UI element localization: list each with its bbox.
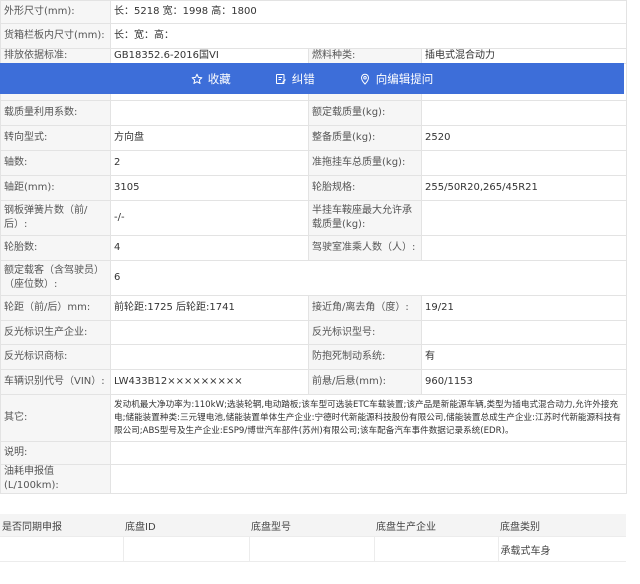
spec-value [109,464,628,494]
spec-value: 255/50R20,265/45R21 [420,175,628,201]
location-pin-icon [360,73,369,85]
chassis-cell [248,536,374,562]
spec-value: 插电式混合动力 [420,48,628,64]
chassis-cell [122,536,249,562]
ask-editor-button[interactable]: 向编辑提问 [359,71,434,87]
spec-label: 车辆识别代号（VIN）: [0,369,111,395]
spec-value: 前轮距:1725 后轮距:1741 [110,295,309,321]
chassis-header: 底盘ID [123,514,249,537]
spec-value [420,100,628,126]
spec-value: 3105 [110,175,309,201]
chassis-header: 底盘型号 [249,514,374,537]
chassis-header: 底盘生产企业 [374,514,498,537]
table-row: 车辆识别代号（VIN）: LW433B12××××××××× 前悬/后悬(mm)… [0,369,628,395]
table-row: 反光标识商标: 防抱死制动系统: 有 [0,344,628,370]
chassis-row: 承载式车身 [0,536,626,562]
table-row: 货箱栏板内尺寸(mm): 长：宽：高： [0,23,628,49]
chassis-cell [373,536,498,562]
table-row: 轴数: 2 准拖挂车总质量(kg): [0,150,628,176]
action-toolbar: 收藏 纠错 向编辑提问 [0,63,624,94]
spec-label: 轮胎规格: [308,175,422,201]
table-row: 油耗申报值(L/100km): [0,464,628,494]
spec-label: 轴距(mm): [0,175,111,201]
spec-label: 转向型式: [0,125,111,151]
spec-label: 驾驶室准乘人数（人）: [308,235,422,261]
spec-label: 准拖挂车总质量(kg): [308,150,422,176]
spec-value-other: 发动机最大净功率为:110kW;选装轮辋,电动踏板;该车型可选装ETC车载装置;… [109,394,628,442]
spec-value: 有 [420,344,628,370]
spec-value: 960/1153 [420,369,628,395]
spec-value [110,320,309,345]
edit-icon [275,73,286,84]
spec-value: 6 [109,260,628,296]
favorite-button[interactable]: 收藏 [191,71,231,87]
spec-value [420,150,628,176]
table-row: 载质量利用系数: 额定载质量(kg): [0,100,628,126]
spec-label: 说明: [0,441,111,465]
table-row: 其它: 发动机最大净功率为:110kW;选装轮辋,电动踏板;该车型可选装ETC车… [0,394,628,442]
spec-value [420,320,628,345]
table-row: 轮距（前/后）mm: 前轮距:1725 后轮距:1741 接近角/离去角（度）:… [0,295,628,321]
spec-label: 其它: [0,394,111,442]
table-row: 转向型式: 方向盘 整备质量(kg): 2520 [0,125,628,151]
spec-label: 外形尺寸(mm): [0,0,111,24]
spec-label: 额定载客（含驾驶员）（座位数）: [0,260,111,296]
spec-value [420,235,628,261]
spec-value: GB18352.6-2016国VI [110,48,309,64]
chassis-table: 是否同期申报 底盘ID 底盘型号 底盘生产企业 底盘类别 承载式车身 [0,514,626,562]
table-row: 轴距(mm): 3105 轮胎规格: 255/50R20,265/45R21 [0,175,628,201]
spec-label: 轮胎数: [0,235,111,261]
table-row: 反光标识生产企业: 反光标识型号: [0,320,628,345]
spec-label: 燃料种类: [308,48,422,64]
spec-label: 钢板弹簧片数（前/后）: [0,200,111,236]
spec-value: 方向盘 [110,125,309,151]
chassis-header: 底盘类别 [498,514,626,537]
spec-label: 整备质量(kg): [308,125,422,151]
table-row: 说明: [0,441,628,465]
spec-label: 货箱栏板内尺寸(mm): [0,23,111,49]
spec-label: 载质量利用系数: [0,100,111,126]
spec-label: 轴数: [0,150,111,176]
spec-label: 反光标识生产企业: [0,320,111,345]
spec-label: 油耗申报值(L/100km): [0,464,111,494]
star-icon [191,73,203,84]
spec-value: -/- [110,200,309,236]
table-row: 排放依据标准: GB18352.6-2016国VI 燃料种类: 插电式混合动力 [0,48,628,64]
spec-value: 长：5218 宽：1998 高：1800 [109,0,628,24]
spec-label: 防抱死制动系统: [308,344,422,370]
table-row: 额定载客（含驾驶员）（座位数）: 6 [0,260,628,296]
spec-label: 前悬/后悬(mm): [308,369,422,395]
spec-value [109,441,628,465]
chassis-cell [0,536,123,562]
spec-value [420,200,628,236]
chassis-cell: 承载式车身 [497,536,626,562]
spec-value: 19/21 [420,295,628,321]
spec-label: 额定载质量(kg): [308,100,422,126]
spec-label: 轮距（前/后）mm: [0,295,111,321]
ask-editor-label: 向编辑提问 [375,71,434,86]
spec-label: 接近角/离去角（度）: [308,295,422,321]
spec-value: 2520 [420,125,628,151]
spec-label: 半挂车鞍座最大允许承载质量(kg): [308,200,422,236]
spec-value [110,344,309,370]
spec-value [110,100,309,126]
correct-label: 纠错 [291,71,315,86]
spec-value: 长：宽：高： [109,23,628,49]
spec-label: 排放依据标准: [0,48,111,64]
chassis-header-row: 是否同期申报 底盘ID 底盘型号 底盘生产企业 底盘类别 [0,514,626,537]
table-row: 轮胎数: 4 驾驶室准乘人数（人）: [0,235,628,261]
correct-button[interactable]: 纠错 [275,71,315,87]
table-row: 外形尺寸(mm): 长：5218 宽：1998 高：1800 [0,0,628,24]
favorite-label: 收藏 [207,71,231,86]
spec-label: 反光标识商标: [0,344,111,370]
spec-value: 4 [110,235,309,261]
chassis-header: 是否同期申报 [0,514,123,537]
spec-value: 2 [110,150,309,176]
table-row: 钢板弹簧片数（前/后）: -/- 半挂车鞍座最大允许承载质量(kg): [0,200,628,236]
spec-value: LW433B12××××××××× [110,369,309,395]
spec-label: 反光标识型号: [308,320,422,345]
